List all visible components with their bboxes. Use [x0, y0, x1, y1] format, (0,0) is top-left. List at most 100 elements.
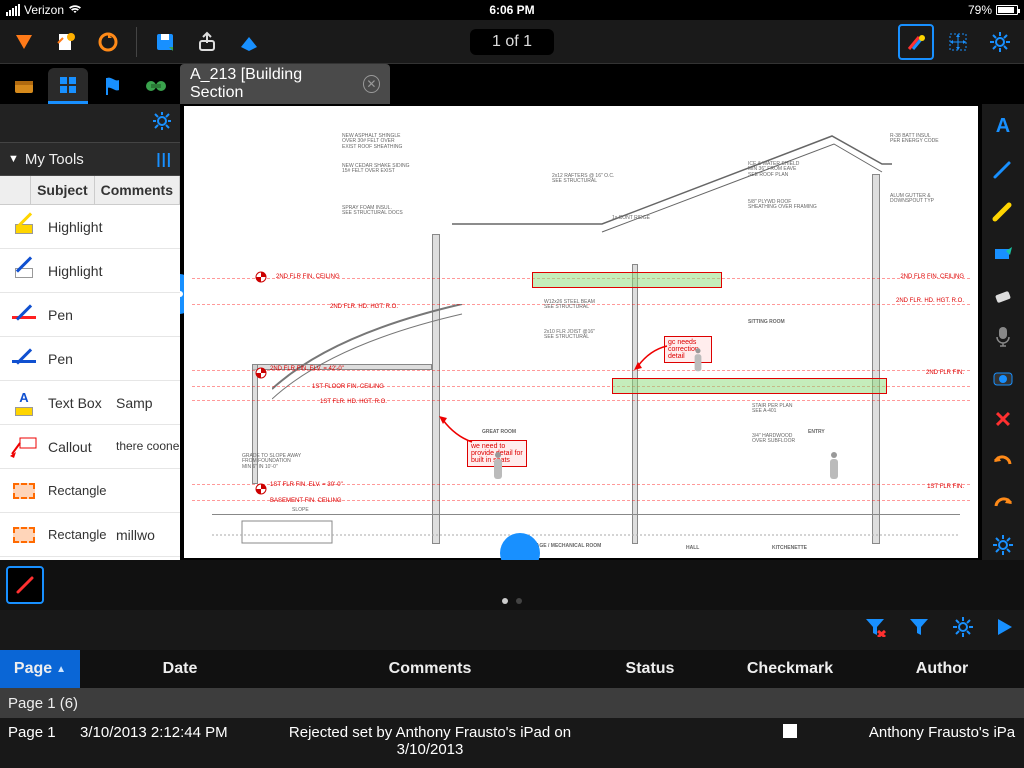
col-checkmark-header[interactable]: Checkmark — [720, 660, 860, 678]
delete-button[interactable]: ✕ — [988, 405, 1018, 435]
col-date-header[interactable]: Date — [80, 660, 280, 678]
page-dots — [502, 598, 522, 604]
elev-label: BASEMENT FIN. CEILING — [270, 498, 342, 504]
tab-thumbnails[interactable] — [48, 68, 88, 104]
cell-comments: Rejected set by Anthony Frausto's iPad o… — [280, 724, 580, 759]
tab-toolchest[interactable] — [4, 68, 44, 104]
my-tools-label: My Tools — [25, 151, 84, 168]
elev-label: 2ND FLR FIN. — [926, 370, 964, 376]
elev-label: 2ND FLR FIN. ELV. = 42'-0" — [270, 366, 344, 372]
tab-search[interactable] — [136, 68, 176, 104]
chevron-down-icon: ▼ — [8, 153, 19, 165]
camera-icon[interactable] — [988, 363, 1018, 393]
col-author-header[interactable]: Author — [860, 660, 1024, 678]
sync-button[interactable] — [90, 24, 126, 60]
cell-page: Page 1 — [0, 724, 80, 741]
menu-triangle-button[interactable] — [6, 24, 42, 60]
battery-icon — [996, 5, 1018, 15]
studio-button[interactable] — [231, 24, 267, 60]
elev-label: 1ST FLR. HD. HGT. R.O. — [320, 399, 387, 405]
highlight-rectangle[interactable] — [532, 272, 722, 288]
columns-icon[interactable]: ||| — [156, 151, 172, 168]
filter-button[interactable] — [908, 617, 930, 643]
signal-icon — [6, 4, 20, 16]
markups-list-header: Page▲ Date Comments Status Checkmark Aut… — [0, 650, 1024, 688]
list-settings-button[interactable] — [952, 616, 974, 644]
tool-row[interactable]: Highlight — [0, 249, 180, 293]
right-toolbar: A ✕ — [982, 104, 1024, 560]
align-button[interactable] — [940, 24, 976, 60]
markup-row[interactable]: Page 1 3/10/2013 2:12:44 PM Rejected set… — [0, 718, 1024, 768]
cell-checkmark[interactable] — [720, 724, 860, 738]
share-button[interactable] — [189, 24, 225, 60]
col-subject-header[interactable]: Subject — [31, 176, 95, 204]
tool-row[interactable]: Pen — [0, 337, 180, 381]
eraser-tool-button[interactable] — [988, 279, 1018, 309]
sort-asc-icon: ▲ — [56, 664, 66, 675]
document-tab[interactable]: A_213 [Building Section ✕ — [180, 64, 390, 104]
recent-pen-tool[interactable] — [6, 566, 44, 604]
clear-filter-button[interactable] — [864, 617, 886, 643]
elev-label: 2ND FLR FIN. CEILING — [276, 274, 340, 280]
room-label: GREAT ROOM — [482, 430, 516, 435]
tool-row[interactable]: Rectangle millwo — [0, 513, 180, 557]
cell-date: 3/10/2013 2:12:44 PM — [80, 724, 280, 741]
tool-table-header: Subject Comments — [0, 176, 180, 205]
document-tab-title: A_213 [Building Section — [190, 66, 353, 102]
tool-settings-button[interactable] — [988, 530, 1018, 560]
drawing-sheet[interactable]: we need to provide detail for built in s… — [184, 106, 978, 558]
carrier-label: Verizon — [24, 3, 64, 17]
redo-button[interactable] — [988, 488, 1018, 518]
page-indicator[interactable]: 1 of 1 — [470, 29, 554, 55]
save-button[interactable] — [147, 24, 183, 60]
scale-figure-icon — [492, 452, 504, 482]
scale-figure-icon — [828, 452, 840, 482]
col-status-header[interactable]: Status — [580, 660, 720, 678]
scale-figure-icon — [693, 348, 703, 374]
col-comments-header[interactable]: Comments — [95, 176, 180, 204]
group-row[interactable]: Page 1 (6) — [0, 688, 1024, 718]
elev-label: 2ND FLR. HD. HGT. R.O. — [330, 304, 398, 310]
panel-settings-icon[interactable] — [152, 111, 172, 136]
tool-row[interactable]: A Text Box Samp — [0, 381, 180, 425]
left-panel: ▼ My Tools ||| Subject Comments Highligh… — [0, 104, 180, 560]
top-toolbar: 1 of 1 — [0, 20, 1024, 64]
highlight-rectangle[interactable] — [612, 378, 887, 394]
tab-bookmarks[interactable] — [92, 68, 132, 104]
col-comments-header[interactable]: Comments — [280, 660, 580, 678]
tool-row[interactable]: Highlight — [0, 205, 180, 249]
clock-label: 6:06 PM — [489, 3, 534, 17]
tool-row[interactable]: Callout there coone — [0, 425, 180, 469]
checkbox-icon[interactable] — [783, 724, 797, 738]
wifi-icon — [68, 3, 82, 17]
new-doc-button[interactable] — [48, 24, 84, 60]
my-tools-header[interactable]: ▼ My Tools ||| — [0, 142, 180, 176]
tool-row[interactable]: Rectangle — [0, 469, 180, 513]
tool-table: Subject Comments Highlight Highlight Pen… — [0, 176, 180, 560]
elev-label: 2ND FLR FIN. CEILING — [900, 274, 964, 280]
elev-label: 2ND FLR. HD. HGT. R.O. — [896, 298, 964, 304]
room-label: SITTING ROOM — [748, 320, 785, 325]
markups-action-bar — [0, 610, 1024, 650]
undo-button[interactable] — [988, 447, 1018, 477]
text-tool-button[interactable]: A — [988, 112, 1018, 142]
close-icon[interactable]: ✕ — [363, 75, 380, 93]
roof-outline — [452, 124, 892, 234]
microphone-icon[interactable] — [988, 321, 1018, 351]
ios-status-bar: Verizon 6:06 PM 79% — [0, 0, 1024, 20]
col-icon-header — [0, 176, 31, 204]
settings-button[interactable] — [982, 24, 1018, 60]
tool-row[interactable]: Pen — [0, 293, 180, 337]
pen-tool-button[interactable] — [988, 154, 1018, 184]
cell-author: Anthony Frausto's iPa — [860, 724, 1024, 741]
recent-tools-tray — [0, 560, 1024, 610]
col-page-header[interactable]: Page▲ — [0, 650, 80, 688]
document-viewport[interactable]: we need to provide detail for built in s… — [180, 104, 982, 560]
markup-tools-button[interactable] — [898, 24, 934, 60]
elev-label: 1ST FLOOR FIN. CEILING — [312, 384, 384, 390]
elev-label: 1ST FLR FIN. ELV. = 30'-0" — [270, 482, 343, 488]
battery-pct-label: 79% — [968, 3, 992, 17]
play-button[interactable] — [996, 617, 1014, 643]
highlighter-tool-button[interactable] — [988, 196, 1018, 226]
shape-tool-button[interactable] — [988, 237, 1018, 267]
